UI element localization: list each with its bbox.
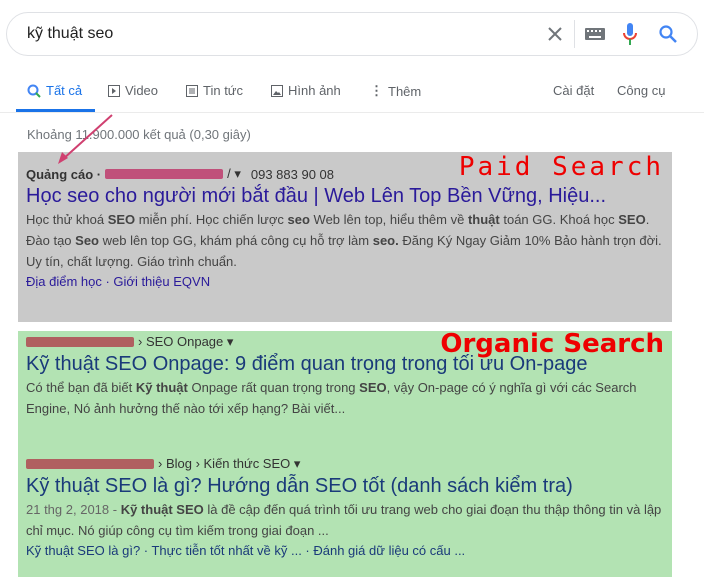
result-count: Khoảng 11.900.000 kết quả (0,30 giây) xyxy=(27,127,251,142)
ad-url-line: Quảng cáo · / ▾ 093 883 90 08 xyxy=(26,165,666,183)
redacted-url xyxy=(105,169,224,179)
snippet-text: SEO xyxy=(359,380,387,395)
ad-title-link[interactable]: Học seo cho người mới bắt đầu | Web Lên … xyxy=(26,183,666,209)
snippet-text: Kỹ thuật xyxy=(135,380,188,395)
result-date: 21 thg 2, 2018 - xyxy=(26,502,121,517)
snippet-text: Học thử khoá xyxy=(26,212,108,227)
ad-snippet: Học thử khoá SEO miễn phí. Học chiến lượ… xyxy=(26,209,666,272)
tab-more[interactable]: ⋮ Thêm xyxy=(370,83,421,99)
url-dropdown[interactable]: / ▾ xyxy=(227,166,241,182)
tab-label: Video xyxy=(125,83,159,98)
tab-images[interactable]: Hình ảnh xyxy=(271,83,341,98)
tab-label: Thêm xyxy=(388,83,422,99)
result-sitelinks[interactable]: Kỹ thuật SEO là gì? · Thực tiễn tốt nhất… xyxy=(26,541,666,561)
organic-result: › SEO Onpage ▾ Kỹ thuật SEO Onpage: 9 đi… xyxy=(26,333,666,419)
breadcrumb[interactable]: › SEO Onpage ▾ xyxy=(138,334,233,350)
tab-label: Tin tức xyxy=(203,83,244,98)
organic-result: › Blog › Kiến thức SEO ▾ Kỹ thuật SEO là… xyxy=(26,455,666,561)
tab-video[interactable]: Video xyxy=(108,83,158,98)
result-snippet: 21 thg 2, 2018 - Kỹ thuật SEO là đề cập … xyxy=(26,499,666,541)
search-input[interactable] xyxy=(27,25,546,43)
result-url-line: › Blog › Kiến thức SEO ▾ xyxy=(26,455,666,473)
result-url-line: › SEO Onpage ▾ xyxy=(26,333,666,351)
snippet-text: seo xyxy=(287,212,310,227)
snippet-text: SEO xyxy=(107,212,136,227)
snippet-text: toán GG. Khoá học xyxy=(499,212,619,227)
settings-link[interactable]: Cài đặt xyxy=(553,83,594,98)
active-tab-indicator xyxy=(16,109,95,112)
tab-all[interactable]: Tất cả xyxy=(27,83,82,98)
redacted-url xyxy=(26,337,134,347)
ad-result: Quảng cáo · / ▾ 093 883 90 08 Học seo cho … xyxy=(26,165,666,292)
snippet-text: seo. xyxy=(372,233,399,248)
result-snippet: Có thể bạn đã biết Kỹ thuật Onpage rất q… xyxy=(26,377,666,419)
ad-phone[interactable]: 093 883 90 08 xyxy=(251,167,334,182)
news-icon xyxy=(186,84,198,97)
snippet-text: web lên top GG, khám phá công cụ hỗ trợ … xyxy=(99,233,373,248)
breadcrumb[interactable]: › Blog › Kiến thức SEO ▾ xyxy=(158,456,300,472)
tab-label: Tất cả xyxy=(46,83,83,98)
snippet-text: miễn phí. Học chiến lược xyxy=(135,212,288,227)
result-title-link[interactable]: Kỹ thuật SEO Onpage: 9 điểm quan trọng t… xyxy=(26,351,666,377)
tools-link[interactable]: Công cụ xyxy=(617,83,665,98)
snippet-text: Kỹ thuật SEO xyxy=(120,502,204,517)
snippet-text: Seo xyxy=(75,233,99,248)
snippet-text: Web lên top, hiểu thêm về xyxy=(309,212,468,227)
search-icon xyxy=(27,84,41,98)
search-box xyxy=(6,12,698,56)
snippet-text: thuật xyxy=(467,212,500,227)
paid-search-region: Paid Search Quảng cáo · / ▾ 093 883 90 08 … xyxy=(18,152,672,322)
keyboard-icon[interactable] xyxy=(585,28,605,40)
settings-label: Cài đặt xyxy=(553,83,595,98)
search-tabs: Tất cả Video Tin tức Hình ảnh ⋮ Thêm Cài … xyxy=(0,78,704,113)
clear-icon[interactable] xyxy=(546,25,564,43)
snippet-text: Có thể bạn đã biết xyxy=(26,380,136,395)
organic-search-region: Organic Search › SEO Onpage ▾ Kỹ thuật S… xyxy=(18,329,672,577)
redacted-url xyxy=(26,459,154,469)
tools-label: Công cụ xyxy=(617,83,666,98)
snippet-text: Onpage rất quan trọng trong xyxy=(187,380,360,395)
more-icon: ⋮ xyxy=(370,83,383,98)
ad-sitelinks[interactable]: Địa điểm học · Giới thiệu EQVN xyxy=(26,272,666,292)
tab-label: Hình ảnh xyxy=(288,83,341,98)
tab-news[interactable]: Tin tức xyxy=(186,83,243,98)
divider xyxy=(574,20,575,48)
ad-badge: Quảng cáo · xyxy=(26,166,102,182)
snippet-text: SEO xyxy=(618,212,646,227)
search-icon[interactable] xyxy=(659,25,677,43)
microphone-icon[interactable] xyxy=(623,23,637,45)
play-icon xyxy=(108,84,120,97)
result-title-link[interactable]: Kỹ thuật SEO là gì? Hướng dẫn SEO tốt (d… xyxy=(26,473,666,499)
image-icon xyxy=(271,84,283,97)
